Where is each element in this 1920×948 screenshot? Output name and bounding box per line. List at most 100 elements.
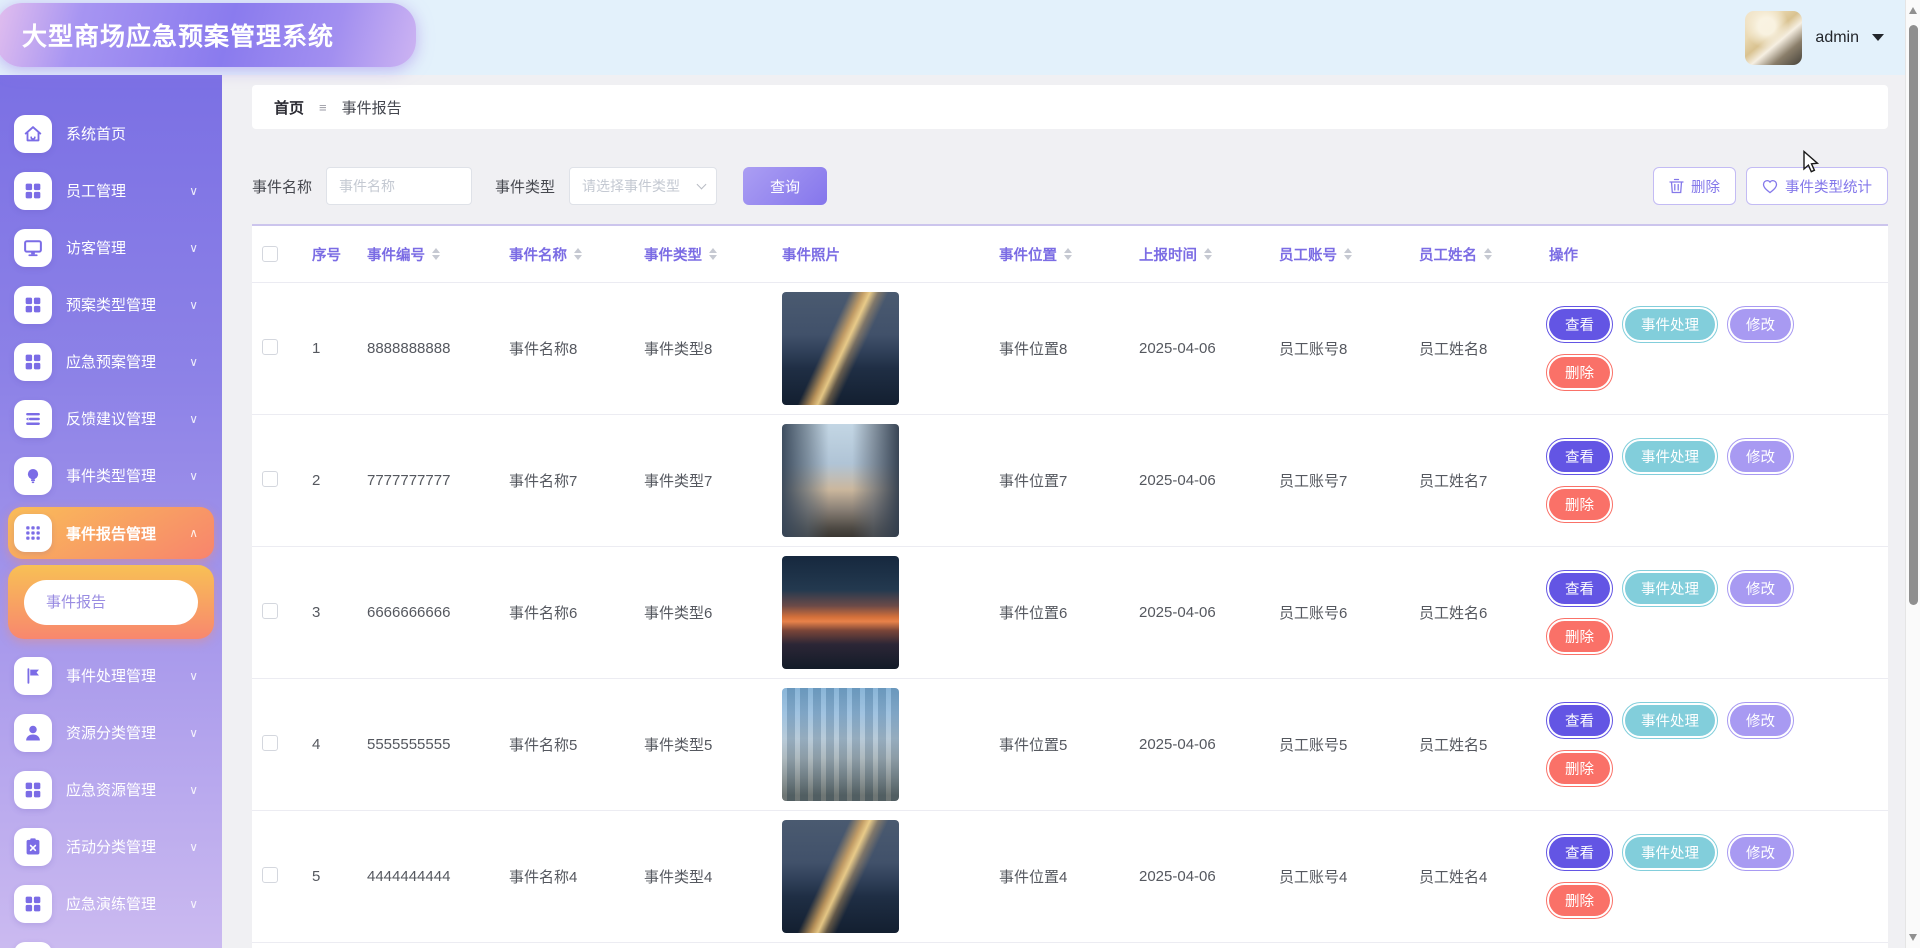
sidebar-item-icon xyxy=(14,657,52,695)
event-photo[interactable] xyxy=(782,688,899,801)
sidebar-item[interactable]: 应急资源管理 ∨ xyxy=(0,761,222,818)
chevron-icon: ∨ xyxy=(189,897,198,911)
scrollbar[interactable] xyxy=(1905,0,1920,948)
sidebar-item-icon xyxy=(14,343,52,381)
sidebar-item[interactable]: 访客管理 ∨ xyxy=(0,219,222,276)
col-staff-name[interactable]: 员工姓名 xyxy=(1409,244,1539,265)
cell-staff-account: 员工账号7 xyxy=(1269,470,1409,491)
sort-icon xyxy=(709,248,717,260)
handle-event-button[interactable]: 事件处理 xyxy=(1625,441,1715,472)
event-type-placeholder: 请选择事件类型 xyxy=(582,176,680,196)
view-button[interactable]: 查看 xyxy=(1549,309,1610,340)
view-button[interactable]: 查看 xyxy=(1549,837,1610,868)
sidebar-item[interactable]: 事件类型管理 ∨ xyxy=(0,447,222,504)
sidebar-item[interactable]: 应急演练管理 ∨ xyxy=(0,875,222,932)
cell-location: 事件位置7 xyxy=(989,470,1129,491)
cell-staff-account: 员工账号8 xyxy=(1269,338,1409,359)
cell-actions: 查看 事件处理 修改 删除 xyxy=(1539,705,1888,784)
event-photo[interactable] xyxy=(782,820,899,933)
sidebar-item-label: 预案类型管理 xyxy=(66,294,189,315)
batch-delete-button[interactable]: 删除 xyxy=(1653,167,1736,205)
breadcrumb-current: 事件报告 xyxy=(342,97,402,118)
sort-icon xyxy=(574,248,582,260)
cell-staff-account: 员工账号5 xyxy=(1269,734,1409,755)
handle-event-button[interactable]: 事件处理 xyxy=(1625,309,1715,340)
delete-button[interactable]: 删除 xyxy=(1549,621,1610,652)
table-body: 1 8888888888 事件名称8 事件类型8 事件位置8 2025-04-0… xyxy=(252,283,1888,943)
edit-button[interactable]: 修改 xyxy=(1730,573,1791,604)
delete-button[interactable]: 删除 xyxy=(1549,885,1610,916)
sidebar-item[interactable]: 系统首页 xyxy=(0,105,222,162)
event-photo[interactable] xyxy=(782,556,899,669)
edit-button[interactable]: 修改 xyxy=(1730,837,1791,868)
event-photo[interactable] xyxy=(782,292,899,405)
sidebar-item[interactable]: 应急预案管理 ∨ xyxy=(0,333,222,390)
sidebar-item-icon xyxy=(14,457,52,495)
col-staff-account[interactable]: 员工账号 xyxy=(1269,244,1409,265)
sidebar-item-label: 访客管理 xyxy=(66,237,189,258)
breadcrumb-home[interactable]: 首页 xyxy=(274,97,304,118)
delete-button[interactable]: 删除 xyxy=(1549,753,1610,784)
breadcrumb: 首页 ≡ 事件报告 xyxy=(252,85,1888,129)
sidebar-item-label: 事件报告管理 xyxy=(66,523,189,544)
username[interactable]: admin xyxy=(1815,29,1859,47)
view-button[interactable]: 查看 xyxy=(1549,573,1610,604)
sidebar-item[interactable] xyxy=(0,932,222,948)
row-checkbox[interactable] xyxy=(262,735,278,751)
sidebar-item[interactable]: 事件处理管理 ∨ xyxy=(0,647,222,704)
row-checkbox[interactable] xyxy=(262,471,278,487)
chevron-icon: ∨ xyxy=(189,469,198,483)
handle-event-button[interactable]: 事件处理 xyxy=(1625,573,1715,604)
select-all-checkbox[interactable] xyxy=(262,246,278,262)
cell-location: 事件位置6 xyxy=(989,602,1129,623)
event-photo[interactable] xyxy=(782,424,899,537)
scrollbar-thumb[interactable] xyxy=(1909,25,1918,605)
cell-index: 4 xyxy=(302,736,357,753)
cell-staff-name: 员工姓名4 xyxy=(1409,866,1539,887)
delete-button[interactable]: 删除 xyxy=(1549,357,1610,388)
sidebar-item[interactable]: 反馈建议管理 ∨ xyxy=(0,390,222,447)
scroll-up-icon[interactable] xyxy=(1909,7,1917,14)
row-checkbox[interactable] xyxy=(262,339,278,355)
col-event-type[interactable]: 事件类型 xyxy=(634,244,772,265)
row-checkbox[interactable] xyxy=(262,867,278,883)
edit-button[interactable]: 修改 xyxy=(1730,309,1791,340)
col-report-date[interactable]: 上报时间 xyxy=(1129,244,1269,265)
col-event-name[interactable]: 事件名称 xyxy=(499,244,634,265)
view-button[interactable]: 查看 xyxy=(1549,441,1610,472)
sidebar-item[interactable]: 员工管理 ∨ xyxy=(0,162,222,219)
cell-event-name: 事件名称6 xyxy=(499,602,634,623)
cell-location: 事件位置8 xyxy=(989,338,1129,359)
avatar[interactable] xyxy=(1745,11,1802,65)
scroll-down-icon[interactable] xyxy=(1909,934,1917,941)
cell-index: 2 xyxy=(302,472,357,489)
cell-event-no: 6666666666 xyxy=(357,604,499,621)
sidebar-item[interactable]: 活动分类管理 ∨ xyxy=(0,818,222,875)
sidebar-item[interactable]: 资源分类管理 ∨ xyxy=(0,704,222,761)
col-event-no[interactable]: 事件编号 xyxy=(357,244,499,265)
handle-event-button[interactable]: 事件处理 xyxy=(1625,837,1715,868)
sidebar-item-icon xyxy=(14,286,52,324)
edit-button[interactable]: 修改 xyxy=(1730,441,1791,472)
sidebar-item[interactable]: 事件报告管理 ∧ xyxy=(8,507,214,559)
event-name-input[interactable] xyxy=(326,167,472,205)
view-button[interactable]: 查看 xyxy=(1549,705,1610,736)
cell-event-name: 事件名称7 xyxy=(499,470,634,491)
event-name-label: 事件名称 xyxy=(252,176,312,197)
user-menu[interactable]: admin xyxy=(1745,0,1884,75)
col-location[interactable]: 事件位置 xyxy=(989,244,1129,265)
delete-button[interactable]: 删除 xyxy=(1549,489,1610,520)
sidebar-item-label: 应急预案管理 xyxy=(66,351,189,372)
sidebar-item-event-report[interactable]: 事件报告 xyxy=(24,580,198,625)
row-checkbox[interactable] xyxy=(262,603,278,619)
chevron-down-icon[interactable] xyxy=(1872,34,1884,41)
edit-button[interactable]: 修改 xyxy=(1730,705,1791,736)
event-type-select[interactable]: 请选择事件类型 xyxy=(569,167,717,205)
sidebar-item-label: 事件处理管理 xyxy=(66,665,189,686)
query-button[interactable]: 查询 xyxy=(743,167,827,205)
breadcrumb-separator-icon: ≡ xyxy=(319,100,327,115)
handle-event-button[interactable]: 事件处理 xyxy=(1625,705,1715,736)
event-type-stats-button[interactable]: 事件类型统计 xyxy=(1746,167,1888,205)
cell-actions: 查看 事件处理 修改 删除 xyxy=(1539,309,1888,388)
sidebar-item[interactable]: 预案类型管理 ∨ xyxy=(0,276,222,333)
